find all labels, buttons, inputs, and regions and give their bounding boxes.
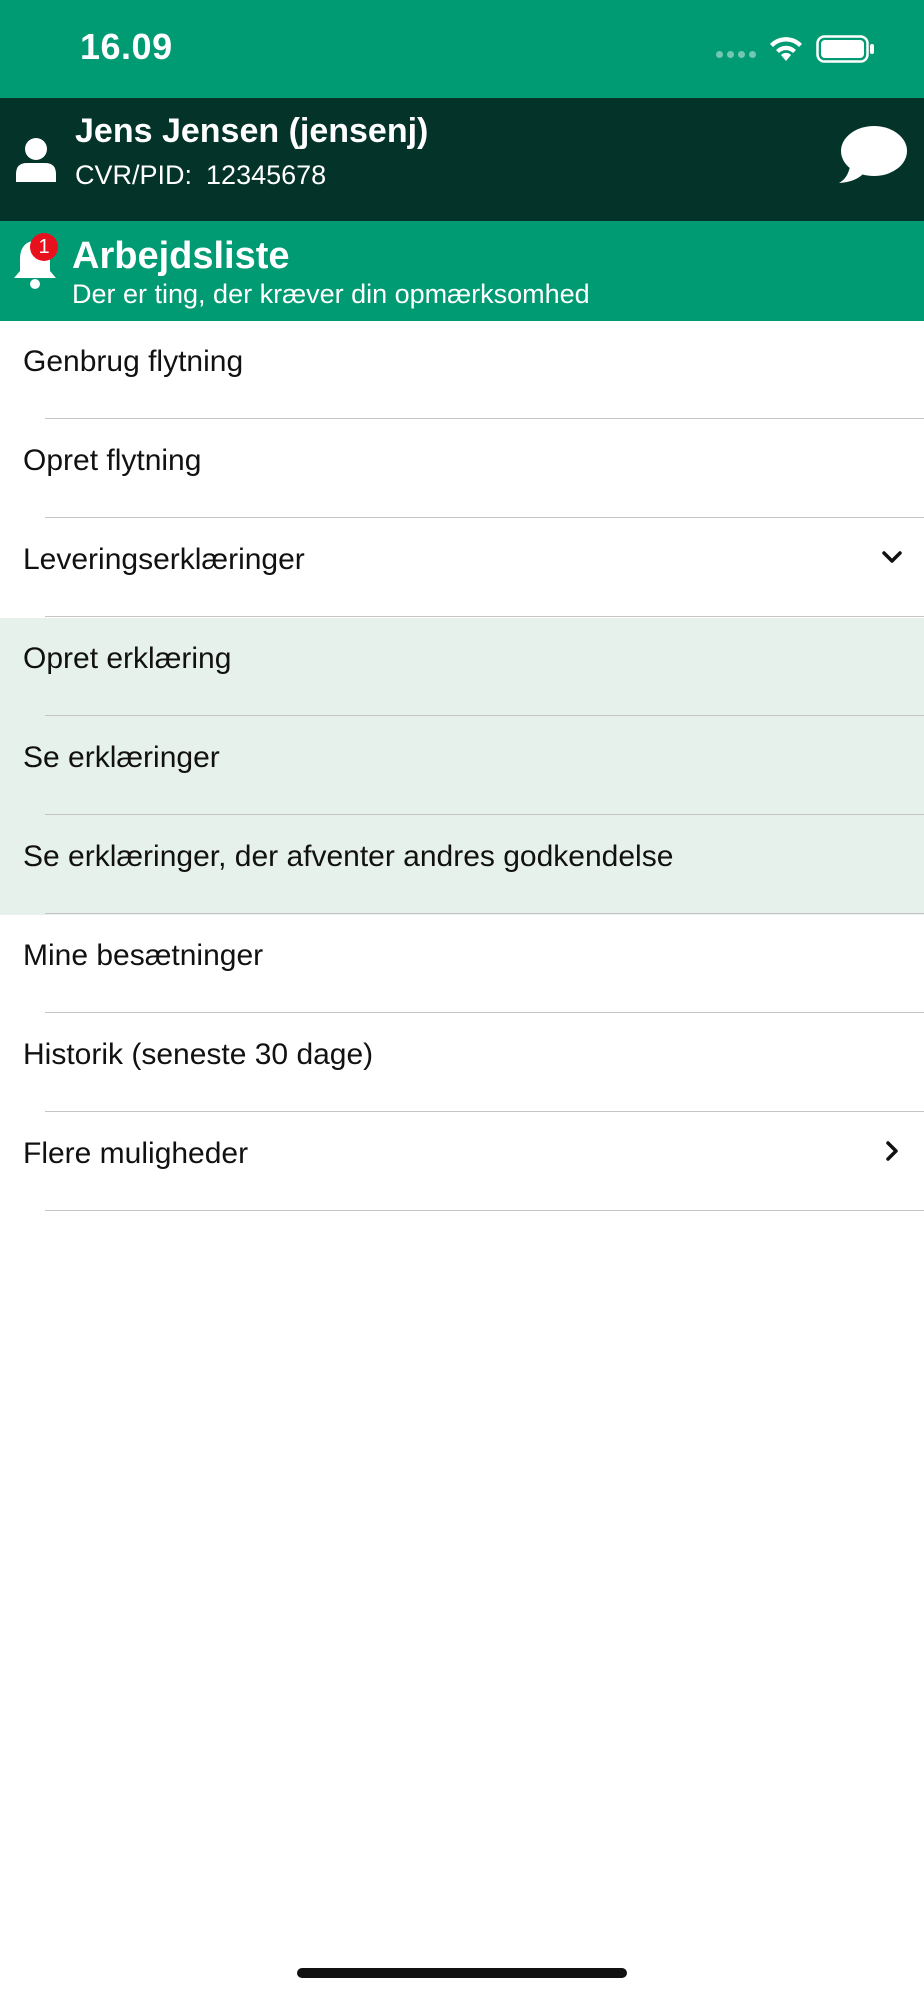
chat-icon[interactable] bbox=[836, 124, 908, 186]
cvr-label: CVR/PID: bbox=[75, 160, 193, 190]
divider bbox=[45, 1209, 924, 1211]
menu-item-label: Flere muligheder bbox=[23, 1137, 249, 1170]
menu-item-genbrug-flytning[interactable]: Genbrug flytning bbox=[0, 321, 924, 420]
menu-item-leveringserklaeringer[interactable]: Leveringserklæringer bbox=[0, 519, 924, 618]
user-name: Jens Jensen (jensenj) bbox=[75, 112, 429, 150]
divider bbox=[45, 813, 924, 815]
divider bbox=[45, 417, 924, 419]
menu-item-label: Se erklæringer bbox=[23, 741, 220, 774]
menu-item-opret-erklaering[interactable]: Opret erklæring bbox=[0, 618, 924, 717]
chevron-right-icon bbox=[886, 1141, 898, 1161]
menu-item-se-erklaeringer-afventer[interactable]: Se erklæringer, der afventer andres godk… bbox=[0, 816, 924, 915]
cvr-value: 12345678 bbox=[206, 160, 327, 190]
status-time: 16.09 bbox=[80, 26, 173, 67]
menu-item-label: Se erklæringer, der afventer andres godk… bbox=[23, 840, 674, 873]
menu-item-opret-flytning[interactable]: Opret flytning bbox=[0, 420, 924, 519]
worklist-subtitle: Der er ting, der kræver din opmærksomhed bbox=[72, 279, 590, 309]
menu-item-mine-besaetninger[interactable]: Mine besætninger bbox=[0, 915, 924, 1014]
divider bbox=[45, 516, 924, 518]
worklist-banner[interactable]: 1 Arbejdsliste Der er ting, der kræver d… bbox=[0, 221, 924, 321]
notification-badge: 1 bbox=[30, 233, 58, 261]
menu-item-historik[interactable]: Historik (seneste 30 dage) bbox=[0, 1014, 924, 1113]
menu-list: Genbrug flytning Opret flytning Levering… bbox=[0, 321, 924, 1212]
home-indicator[interactable] bbox=[297, 1968, 627, 1978]
divider bbox=[45, 615, 924, 617]
divider bbox=[45, 1011, 924, 1013]
divider bbox=[45, 912, 924, 914]
cellular-signal-icon bbox=[716, 50, 756, 58]
menu-item-flere-muligheder[interactable]: Flere muligheder bbox=[0, 1113, 924, 1212]
menu-item-label: Genbrug flytning bbox=[23, 345, 244, 378]
status-icons bbox=[716, 34, 876, 64]
user-cvr: CVR/PID: 12345678 bbox=[75, 160, 326, 191]
user-header: Jens Jensen (jensenj) CVR/PID: 12345678 bbox=[0, 98, 924, 221]
menu-item-se-erklaeringer[interactable]: Se erklæringer bbox=[0, 717, 924, 816]
wifi-icon bbox=[770, 37, 802, 61]
menu-item-label: Opret flytning bbox=[23, 444, 202, 477]
divider bbox=[45, 1110, 924, 1112]
status-bar: 16.09 bbox=[0, 0, 924, 98]
worklist-title: Arbejdsliste bbox=[72, 235, 290, 277]
battery-icon bbox=[816, 35, 874, 63]
menu-item-label: Mine besætninger bbox=[23, 939, 264, 972]
divider bbox=[45, 714, 924, 716]
chevron-down-icon bbox=[882, 551, 902, 563]
menu-item-label: Opret erklæring bbox=[23, 642, 232, 675]
menu-item-label: Historik (seneste 30 dage) bbox=[23, 1038, 374, 1071]
user-icon bbox=[16, 138, 56, 182]
menu-item-label: Leveringserklæringer bbox=[23, 543, 305, 576]
